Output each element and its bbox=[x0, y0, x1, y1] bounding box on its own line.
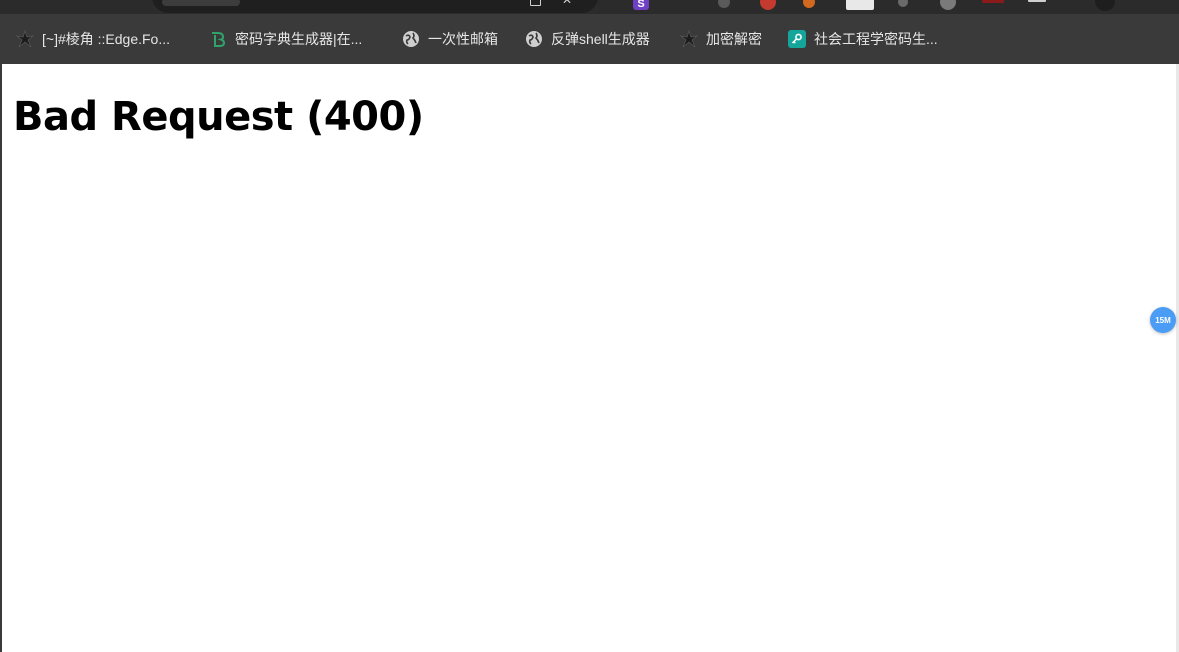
bookmark-item[interactable]: 社会工程学密码生... bbox=[788, 28, 938, 50]
floating-badge[interactable]: 15M bbox=[1150, 307, 1176, 333]
bookmark-label: 一次性邮箱 bbox=[428, 31, 498, 47]
extension-icon[interactable] bbox=[898, 0, 908, 7]
star-logo-icon bbox=[16, 30, 34, 48]
page-content: Bad Request (400) bbox=[2, 64, 1176, 652]
address-bar[interactable]: ✕ bbox=[152, 0, 598, 13]
star-logo-icon bbox=[680, 30, 698, 48]
globe-icon bbox=[525, 30, 543, 48]
bookmark-label: 社会工程学密码生... bbox=[814, 31, 938, 47]
extension-icon[interactable] bbox=[940, 0, 956, 10]
extension-icon[interactable] bbox=[718, 0, 730, 8]
bookmark-label: [~]#棱角 ::Edge.Fo... bbox=[42, 31, 171, 47]
bookmark-item[interactable]: 一次性邮箱 bbox=[402, 28, 498, 50]
bookmarks-bar: [~]#棱角 ::Edge.Fo... 密码字典生成器|在... 一次性邮箱 反… bbox=[0, 14, 1179, 64]
page-title: Bad Request (400) bbox=[13, 94, 424, 140]
browser-toolbar: ✕ S bbox=[0, 0, 1179, 14]
avatar[interactable] bbox=[1095, 0, 1115, 11]
bookmark-item[interactable]: 密码字典生成器|在... bbox=[209, 28, 362, 50]
bookmark-label: 密码字典生成器|在... bbox=[235, 31, 363, 47]
copy-icon[interactable] bbox=[530, 0, 541, 6]
close-icon[interactable]: ✕ bbox=[562, 0, 572, 6]
extension-icon[interactable] bbox=[1028, 0, 1046, 2]
extension-icon[interactable] bbox=[982, 0, 1004, 3]
bookmark-item[interactable]: 反弹shell生成器 bbox=[525, 28, 650, 50]
extension-icon[interactable] bbox=[846, 0, 874, 10]
bookmark-label: 加密解密 bbox=[706, 31, 762, 47]
bookmark-item[interactable]: 加密解密 bbox=[680, 28, 762, 50]
globe-icon bbox=[402, 30, 420, 48]
extension-icon[interactable] bbox=[803, 0, 815, 8]
teal-key-icon bbox=[788, 30, 806, 48]
bookmark-item[interactable]: [~]#棱角 ::Edge.Fo... bbox=[16, 28, 170, 50]
extension-s-icon[interactable]: S bbox=[633, 0, 649, 10]
green-b-logo-icon bbox=[209, 30, 227, 48]
site-info-chip[interactable] bbox=[162, 0, 240, 6]
bookmark-label: 反弹shell生成器 bbox=[551, 31, 650, 47]
extension-icon[interactable] bbox=[760, 0, 776, 10]
